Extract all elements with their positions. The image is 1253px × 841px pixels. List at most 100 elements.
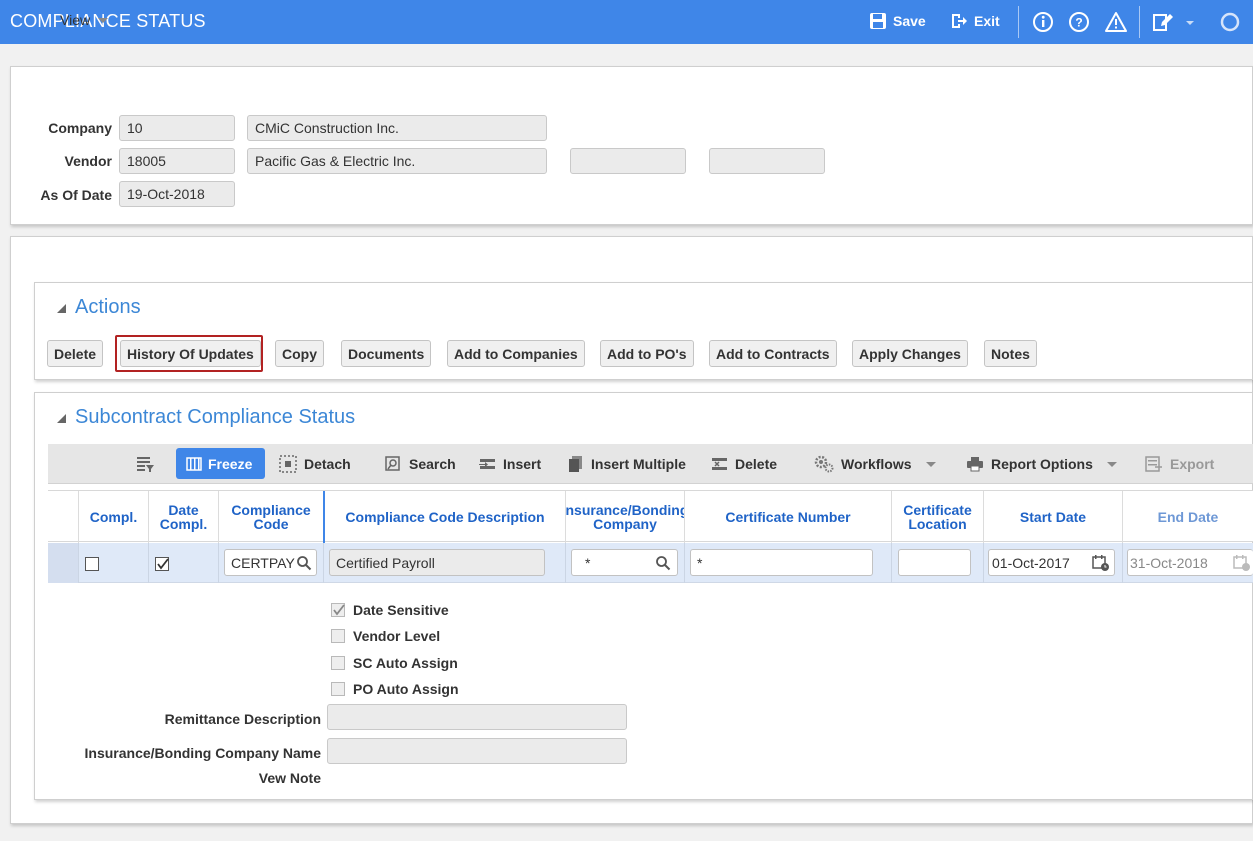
date-sensitive-label: Date Sensitive bbox=[353, 602, 449, 618]
grid-delete-button[interactable]: Delete bbox=[710, 455, 777, 473]
gears-icon bbox=[814, 455, 834, 473]
compl-checkbox[interactable] bbox=[85, 557, 99, 571]
insurance-company-input[interactable]: * bbox=[571, 549, 678, 576]
freeze-button[interactable]: Freeze bbox=[176, 448, 265, 479]
certificate-location-input[interactable] bbox=[898, 549, 971, 576]
view-note-link[interactable]: Vew Note bbox=[200, 770, 321, 786]
insert-multiple-button[interactable]: Insert Multiple bbox=[568, 455, 686, 473]
grid-delete-label: Delete bbox=[735, 456, 778, 472]
cell-divider bbox=[323, 543, 324, 583]
info-icon[interactable] bbox=[1032, 11, 1054, 33]
sc-auto-assign-checkbox[interactable] bbox=[331, 656, 345, 670]
save-icon bbox=[870, 13, 886, 29]
column-filter-icon[interactable] bbox=[135, 454, 155, 474]
refresh-icon[interactable] bbox=[1219, 11, 1241, 33]
workflows-button[interactable]: Workflows bbox=[814, 455, 938, 473]
vendor-extra-field-2 bbox=[709, 148, 825, 174]
insert-multiple-label: Insert Multiple bbox=[591, 456, 686, 472]
col-compl[interactable]: Compl. bbox=[78, 491, 148, 543]
po-auto-assign-checkbox[interactable] bbox=[331, 682, 345, 696]
col-end-date[interactable]: End Date bbox=[1122, 491, 1253, 543]
copy-button[interactable]: Copy bbox=[275, 340, 324, 367]
insurance-bonding-name-field[interactable] bbox=[327, 738, 627, 764]
add-to-pos-button[interactable]: Add to PO's bbox=[600, 340, 694, 367]
col-certificate-location[interactable]: Certificate Location bbox=[891, 491, 983, 543]
actions-header[interactable]: Actions bbox=[55, 296, 141, 319]
delete-action-button[interactable]: Delete bbox=[47, 340, 104, 367]
compliance-title: Subcontract Compliance Status bbox=[75, 406, 356, 428]
start-date-value: 01-Oct-2017 bbox=[992, 555, 1070, 571]
company-name-field: CMiC Construction Inc. bbox=[247, 115, 547, 141]
calendar-icon[interactable] bbox=[1233, 554, 1251, 572]
col-cert-loc-label-1: Certificate bbox=[903, 502, 972, 518]
col-date-compl-label-2: Compl. bbox=[159, 516, 208, 532]
remittance-description-field[interactable] bbox=[327, 704, 627, 730]
cell-divider bbox=[148, 543, 149, 583]
collapse-triangle-icon bbox=[57, 303, 66, 313]
insert-button[interactable]: Insert bbox=[478, 455, 541, 473]
insurance-bonding-name-label: Insurance/Bonding Company Name bbox=[84, 745, 321, 761]
as-of-date-field: 19-Oct-2018 bbox=[119, 181, 235, 207]
add-to-contracts-button[interactable]: Add to Contracts bbox=[709, 340, 837, 367]
date-compl-checkbox[interactable] bbox=[155, 557, 169, 571]
add-to-companies-button[interactable]: Add to Companies bbox=[447, 340, 585, 367]
detach-button[interactable]: Detach bbox=[279, 455, 351, 473]
col-date-compl-label-1: Date bbox=[168, 502, 199, 518]
search-label: Search bbox=[409, 456, 456, 472]
title-bar: COMPLIANCE STATUS Save Exit ? bbox=[0, 0, 1253, 44]
printer-icon bbox=[967, 457, 983, 472]
detach-label: Detach bbox=[304, 456, 351, 472]
calendar-icon[interactable] bbox=[1092, 554, 1110, 572]
cell-divider bbox=[983, 543, 984, 583]
exit-button[interactable]: Exit bbox=[950, 12, 1000, 30]
help-icon[interactable]: ? bbox=[1068, 11, 1090, 33]
search-icon[interactable] bbox=[655, 555, 671, 571]
report-options-label: Report Options bbox=[991, 456, 1093, 472]
view-menu[interactable]: View bbox=[60, 12, 110, 28]
compliance-header[interactable]: Subcontract Compliance Status bbox=[55, 406, 355, 429]
cell-divider bbox=[78, 543, 79, 583]
company-code-field: 10 bbox=[119, 115, 235, 141]
export-button[interactable]: Export bbox=[1145, 455, 1214, 473]
col-description[interactable]: Compliance Code Description bbox=[323, 491, 565, 543]
search-icon bbox=[385, 456, 400, 471]
description-field: Certified Payroll bbox=[329, 549, 545, 576]
certificate-number-input[interactable]: * bbox=[690, 549, 873, 576]
col-compliance-code[interactable]: Compliance Code bbox=[218, 491, 323, 543]
col-code-label-1: Compliance bbox=[231, 502, 311, 518]
svg-text:?: ? bbox=[1075, 16, 1082, 30]
search-icon[interactable] bbox=[296, 555, 312, 571]
chevron-down-icon[interactable] bbox=[1184, 11, 1196, 33]
grid-header: Compl. Date Compl. Compliance Code Complia… bbox=[48, 490, 1253, 543]
notes-button[interactable]: Notes bbox=[984, 340, 1037, 367]
checkmark-icon bbox=[333, 604, 345, 616]
delete-row-icon bbox=[712, 458, 727, 470]
collapse-triangle-icon bbox=[57, 413, 66, 423]
col-certificate-number[interactable]: Certificate Number bbox=[684, 491, 891, 543]
toolbar-divider bbox=[1018, 6, 1019, 38]
apply-changes-button[interactable]: Apply Changes bbox=[852, 340, 968, 367]
edit-icon[interactable] bbox=[1152, 11, 1174, 33]
vendor-level-checkbox[interactable] bbox=[331, 629, 345, 643]
cell-divider bbox=[1122, 543, 1123, 583]
date-sensitive-checkbox[interactable] bbox=[331, 603, 345, 617]
col-start-date[interactable]: Start Date bbox=[983, 491, 1122, 543]
warning-icon[interactable] bbox=[1105, 11, 1127, 33]
col-cert-loc-label-2: Location bbox=[908, 516, 967, 532]
compliance-code-input[interactable]: CERTPAY bbox=[224, 549, 317, 576]
col-date-compl[interactable]: Date Compl. bbox=[148, 491, 218, 543]
documents-button[interactable]: Documents bbox=[341, 340, 432, 367]
start-date-input[interactable]: 01-Oct-2017 bbox=[988, 549, 1115, 576]
save-button[interactable]: Save bbox=[869, 12, 926, 30]
insert-multiple-icon bbox=[569, 456, 582, 472]
search-button[interactable]: Search bbox=[384, 455, 456, 473]
row-selector-header bbox=[48, 491, 78, 543]
col-insurance-company[interactable]: Insurance/Bonding Company bbox=[565, 491, 684, 543]
insert-icon bbox=[479, 459, 495, 469]
end-date-input[interactable]: 31-Oct-2018 bbox=[1127, 549, 1253, 576]
insert-label: Insert bbox=[503, 456, 542, 472]
row-selector[interactable] bbox=[48, 543, 78, 583]
view-label: View bbox=[60, 12, 91, 28]
report-options-button[interactable]: Report Options bbox=[966, 455, 1119, 473]
compliance-code-value: CERTPAY bbox=[231, 555, 295, 571]
